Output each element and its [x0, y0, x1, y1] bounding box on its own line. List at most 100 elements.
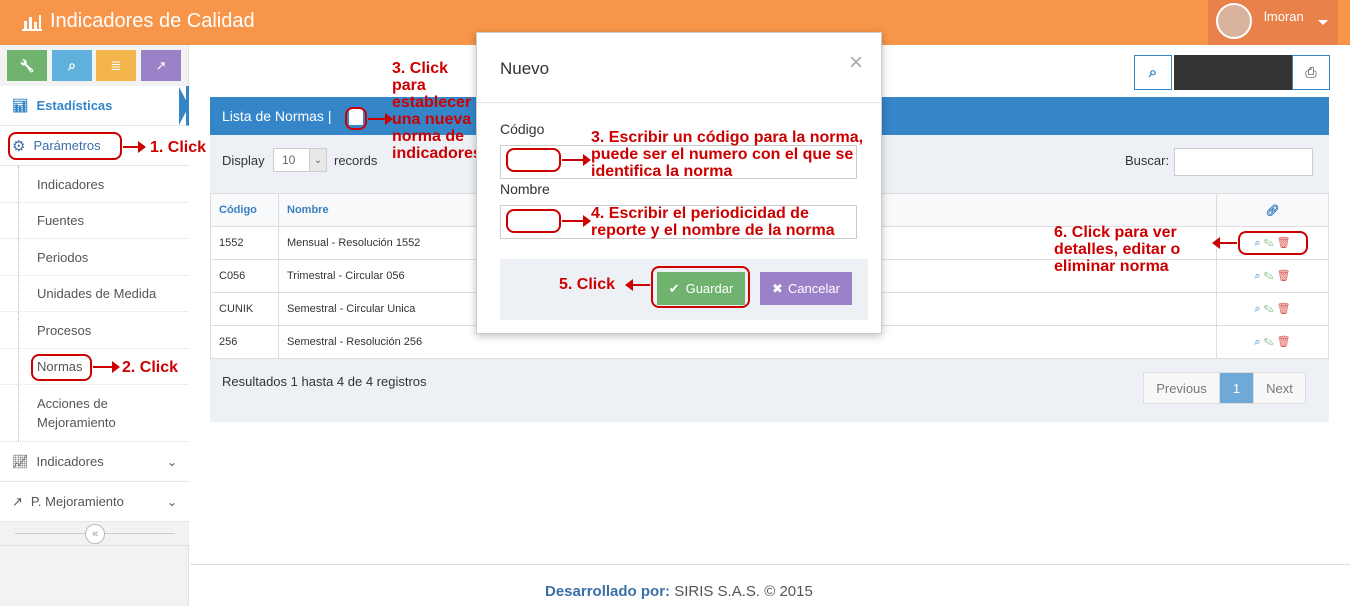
sidebar-item-mejoramiento[interactable]: ↗ P. Mejoramiento ⌄	[0, 482, 189, 522]
database-icon: ≣	[110, 57, 122, 73]
cell-codigo: 256	[210, 325, 279, 359]
cell-codigo: 1552	[210, 226, 279, 260]
codigo-label: Código	[500, 121, 545, 137]
column-header-actions: 🔗︎	[1216, 193, 1329, 227]
sidebar-item-label: Acciones de Mejoramiento	[37, 396, 116, 430]
annotation-box-save	[651, 266, 750, 308]
collapse-sidebar-icon[interactable]: «	[85, 524, 105, 544]
sidebar: 🔧 ⌕ ≣ ↗ 📊︎ Estadísticas ⚙ Parámetros Ind…	[0, 45, 189, 606]
annotation-arrow	[1212, 237, 1237, 249]
nombre-label: Nombre	[500, 181, 550, 197]
annotation-line: 3. Escribir un código para la norma,	[591, 129, 864, 146]
trash-icon[interactable]: 🗑︎	[1277, 336, 1291, 348]
row-actions: ⌕ ✎ 🗑︎	[1216, 292, 1329, 326]
page-length-select[interactable]: 10 ⌄	[273, 148, 327, 172]
chevron-down-icon: ⌄	[166, 494, 177, 509]
next-page-button[interactable]: Next	[1253, 373, 1305, 403]
sidebar-subitem-indicadores[interactable]: Indicadores	[0, 166, 189, 203]
share-button[interactable]: ↗	[141, 50, 181, 81]
annotation-box-actions	[1238, 231, 1308, 255]
annotation-box-nombre	[506, 209, 561, 233]
active-indicator	[179, 87, 189, 125]
column-header-codigo[interactable]: Código	[210, 193, 279, 227]
sidebar-item-indicadores[interactable]: 📈︎ Indicadores ⌄	[0, 442, 189, 482]
annotation-arrow	[625, 279, 650, 291]
zoom-icon[interactable]: ⌕	[1254, 303, 1260, 315]
sidebar-item-label: Unidades de Medida	[37, 286, 157, 301]
footer-label: Desarrollado por:	[545, 583, 671, 600]
modal-divider	[477, 102, 881, 103]
display-label: Display	[222, 153, 265, 168]
user-menu[interactable]: lmoran	[1208, 0, 1338, 45]
edit-icon[interactable]: ✎	[1264, 303, 1274, 315]
annotation-3b: 3. Escribir un código para la norma, pue…	[591, 129, 881, 180]
collapse-bar: «	[0, 522, 189, 546]
wrench-icon: 🔧	[19, 58, 35, 73]
table-search-input[interactable]	[1174, 148, 1313, 176]
cancel-label: Cancelar	[787, 281, 840, 296]
sidebar-item-label: Fuentes	[37, 213, 84, 228]
wrench-button[interactable]: 🔧	[7, 50, 47, 81]
avatar	[1216, 3, 1252, 39]
link-icon: 🔗︎	[1265, 204, 1280, 217]
app-title: Indicadores de Calidad	[50, 10, 255, 32]
sidebar-item-label: P. Mejoramiento	[30, 494, 124, 509]
panel-title: Lista de Normas |	[222, 108, 332, 124]
annotation-arrow	[368, 113, 393, 125]
sidebar-subitem-unidades[interactable]: Unidades de Medida	[0, 276, 189, 312]
footer-company: SIRIS S.A.S. © 2015	[674, 583, 813, 600]
search-icon: ⌕	[68, 57, 76, 73]
annotation-arrow	[123, 141, 146, 153]
cell-codigo: C056	[210, 259, 279, 293]
annotation-2: 2. Click	[122, 359, 179, 376]
annotation-1: 1. Click	[150, 139, 207, 156]
bar-chart-icon	[22, 14, 42, 31]
select-value: 10	[282, 153, 296, 167]
search-button[interactable]: ⌕	[52, 50, 92, 81]
footer-divider	[190, 564, 1350, 565]
sidebar-item-label: Indicadores	[37, 176, 105, 192]
close-icon[interactable]: ×	[849, 49, 863, 77]
print-icon: ⎙	[1305, 64, 1317, 80]
annotation-line: establecer	[392, 94, 472, 111]
annotation-line: identifica la norma	[591, 163, 733, 180]
annotation-line: puede ser el numero con el que se	[591, 146, 854, 163]
search-label: Buscar:	[1125, 153, 1170, 168]
print-button[interactable]: ⎙	[1292, 55, 1330, 90]
sidebar-item-label: Indicadores	[36, 454, 104, 469]
trash-icon[interactable]: 🗑︎	[1277, 303, 1291, 315]
annotation-5: 5. Click	[559, 276, 616, 293]
annotation-box-parametros	[8, 132, 122, 160]
footer: Desarrollado por: SIRIS S.A.S. © 2015	[545, 583, 813, 600]
annotation-line: 3. Click	[392, 60, 449, 77]
brand[interactable]: Indicadores de Calidad	[22, 10, 255, 33]
sidebar-subitem-periodos[interactable]: Periodos	[0, 239, 189, 276]
annotation-6: 6. Click para ver detalles, editar o eli…	[1054, 224, 1214, 275]
row-actions: ⌕ ✎ 🗑︎	[1216, 259, 1329, 293]
sidebar-subitem-fuentes[interactable]: Fuentes	[0, 203, 189, 239]
edit-icon[interactable]: ✎	[1264, 336, 1274, 348]
sidebar-item-estadisticas[interactable]: 📊︎ Estadísticas	[0, 86, 189, 126]
chevron-down-icon: ⌄	[309, 149, 326, 171]
annotation-line: reporte y el nombre de la norma	[591, 222, 835, 239]
trash-icon[interactable]: 🗑︎	[1277, 270, 1291, 282]
annotation-box-new	[345, 107, 367, 130]
row-actions: ⌕ ✎ 🗑︎	[1216, 325, 1329, 359]
annotation-line: 6. Click para ver	[1054, 224, 1177, 241]
database-button[interactable]: ≣	[96, 50, 136, 81]
sidebar-item-label: Procesos	[37, 322, 92, 338]
zoom-icon[interactable]: ⌕	[1254, 336, 1260, 348]
previous-page-button[interactable]: Previous	[1144, 373, 1220, 403]
cancel-button[interactable]: ✖ Cancelar	[760, 272, 852, 305]
share-icon: ↗	[12, 493, 23, 509]
sidebar-item-label: Periodos	[37, 249, 89, 265]
page-1-button[interactable]: 1	[1220, 373, 1253, 403]
search-toggle-button[interactable]: ⌕	[1134, 55, 1172, 90]
sidebar-item-label: Estadísticas	[36, 98, 113, 113]
sidebar-subitem-procesos[interactable]: Procesos	[0, 312, 189, 349]
records-label: records	[334, 153, 378, 168]
zoom-icon[interactable]: ⌕	[1254, 270, 1260, 282]
edit-icon[interactable]: ✎	[1264, 270, 1274, 282]
sidebar-subitem-acciones[interactable]: Acciones de Mejoramiento	[0, 385, 189, 442]
modal-title: Nuevo	[500, 59, 550, 78]
